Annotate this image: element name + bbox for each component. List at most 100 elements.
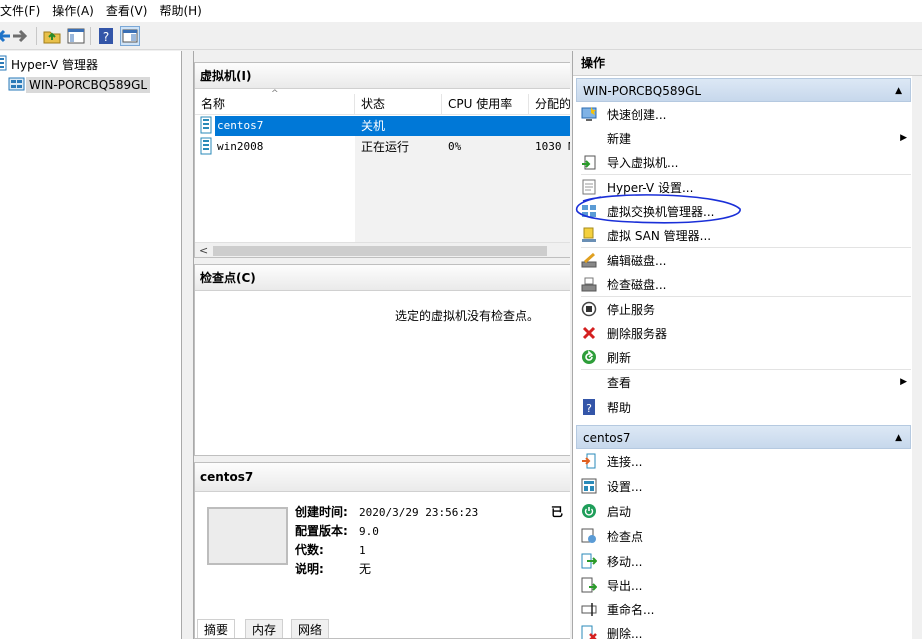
created-label: 创建时间:: [295, 505, 348, 519]
action-delete[interactable]: 删除...: [577, 621, 911, 639]
scroll-left-icon[interactable]: <: [199, 243, 208, 257]
rename-icon: [581, 601, 597, 617]
tree-item-server[interactable]: WIN-PORCBQ589GL: [8, 75, 151, 95]
checkpoint-icon: [581, 528, 597, 544]
vm-memory: [535, 116, 570, 136]
action-refresh[interactable]: 刷新: [577, 345, 911, 369]
action-inspect-disk[interactable]: 检查磁盘...: [577, 272, 911, 296]
import-icon: [581, 154, 597, 170]
vm-row-centos7[interactable]: centos7 关机: [195, 116, 570, 136]
vm-memory: 1030 M: [535, 140, 570, 153]
navigation-tree: Hyper-V 管理器 WIN-PORCBQ589GL: [0, 51, 182, 639]
truncated-label: 已: [551, 505, 564, 519]
action-label: 设置...: [607, 479, 643, 494]
details-panel: centos7 创建时间: 2020/3/29 23:56:23 已 配置版本:…: [194, 462, 570, 639]
tab-memory[interactable]: 内存: [245, 619, 284, 638]
checkpoint-empty-message: 选定的虚拟机没有检查点。: [395, 309, 540, 323]
col-state[interactable]: 状态: [355, 94, 442, 115]
tree-item-hyperv-manager[interactable]: Hyper-V 管理器: [0, 54, 101, 74]
vm-panel-title: 虚拟机(I): [195, 63, 570, 89]
stop-icon: [581, 301, 597, 317]
menu-action[interactable]: 操作(A): [46, 0, 100, 22]
sort-ascending-icon: ^: [271, 89, 279, 99]
show-hide-tree-icon[interactable]: [66, 26, 86, 46]
help-icon[interactable]: ?: [96, 26, 116, 46]
action-export[interactable]: 导出...: [577, 573, 911, 597]
forward-arrow-icon[interactable]: [10, 26, 30, 46]
config-version-value: 9.0: [359, 525, 379, 538]
refresh-icon: [581, 349, 597, 365]
vm-icon: [200, 137, 214, 157]
action-connect[interactable]: 连接...: [577, 449, 911, 473]
action-quick-create[interactable]: 快速创建...: [577, 102, 911, 126]
action-label: 连接...: [607, 454, 643, 469]
actions-title: 操作: [573, 51, 922, 76]
checkpoint-panel-title: 检查点(C): [195, 265, 570, 291]
action-edit-disk[interactable]: 编辑磁盘...: [577, 248, 911, 272]
vm-row-win2008[interactable]: win2008 正在运行 0% 1030 M: [195, 137, 570, 157]
action-checkpoint[interactable]: 检查点: [577, 524, 911, 548]
server-actions-header-label: WIN-PORCBQ589GL: [583, 84, 702, 98]
toolbar: ?: [0, 22, 922, 50]
tab-summary[interactable]: 摘要: [197, 619, 236, 638]
svg-text:?: ?: [103, 30, 109, 44]
menu-file[interactable]: 文件(F): [0, 0, 46, 22]
action-label: 编辑磁盘...: [607, 253, 667, 268]
action-view[interactable]: 查看 ▶: [577, 370, 911, 394]
action-label: 检查点: [607, 529, 644, 544]
server-actions-header[interactable]: WIN-PORCBQ589GL ▲: [576, 78, 911, 102]
inspect-disk-icon: [581, 276, 597, 292]
tree-server-label: WIN-PORCBQ589GL: [26, 77, 151, 93]
actions-vertical-scrollbar[interactable]: [912, 76, 922, 639]
action-remove-server[interactable]: 删除服务器: [577, 321, 911, 345]
notes-value: 无: [359, 562, 372, 576]
details-panel-title: centos7: [195, 463, 570, 492]
tab-network[interactable]: 网络: [291, 619, 330, 638]
menu-view[interactable]: 查看(V): [100, 0, 154, 22]
action-label: 导入虚拟机...: [607, 155, 679, 170]
action-import-vm[interactable]: 导入虚拟机...: [577, 150, 911, 174]
action-label: 虚拟 SAN 管理器...: [607, 228, 712, 243]
menu-help[interactable]: 帮助(H): [153, 0, 207, 22]
submenu-arrow-icon: ▶: [900, 377, 907, 387]
vm-icon: [200, 116, 214, 136]
action-help[interactable]: ? 帮助: [577, 395, 911, 419]
up-folder-icon[interactable]: [42, 26, 62, 46]
submenu-arrow-icon: ▶: [900, 133, 907, 143]
connect-icon: [581, 453, 597, 469]
collapse-icon[interactable]: ▲: [895, 79, 902, 103]
action-label: 重命名...: [607, 602, 655, 617]
generation-label: 代数:: [295, 543, 324, 557]
vm-actions-header[interactable]: centos7 ▲: [576, 425, 911, 449]
vm-panel: 虚拟机(I) 名称 ^ 状态 CPU 使用率 分配的 centos7 关机 wi…: [194, 62, 570, 258]
svg-text:?: ?: [586, 402, 592, 415]
action-settings[interactable]: 设置...: [577, 474, 911, 498]
show-hide-action-pane-icon[interactable]: [120, 26, 140, 46]
action-stop-service[interactable]: 停止服务: [577, 297, 911, 321]
action-move[interactable]: 移动...: [577, 549, 911, 573]
action-label: 移动...: [607, 554, 643, 569]
horizontal-scrollbar[interactable]: <: [195, 242, 570, 257]
quick-create-icon: [581, 106, 597, 122]
pane-splitter[interactable]: [183, 51, 194, 639]
action-label: 停止服务: [607, 302, 656, 317]
created-value: 2020/3/29 23:56:23: [359, 506, 479, 519]
scrollbar-thumb[interactable]: [213, 246, 547, 256]
generation-value: 1: [359, 544, 366, 557]
action-new[interactable]: 新建 ▶: [577, 126, 911, 150]
action-start[interactable]: 启动: [577, 499, 911, 523]
checkpoint-panel: 检查点(C) 选定的虚拟机没有检查点。: [194, 264, 570, 456]
vm-name: win2008: [217, 140, 264, 153]
hand-drawn-annotation-ellipse: [575, 194, 741, 224]
col-cpu[interactable]: CPU 使用率: [442, 94, 529, 115]
delete-x-icon: [581, 325, 597, 341]
action-label: 刷新: [607, 350, 632, 365]
collapse-icon[interactable]: ▲: [895, 426, 902, 450]
vm-state: 关机: [361, 119, 386, 133]
col-memory[interactable]: 分配的: [529, 94, 570, 115]
action-label: 启动: [607, 504, 632, 519]
vm-cpu: [448, 116, 528, 136]
action-rename[interactable]: 重命名...: [577, 597, 911, 621]
menu-bar: 文件(F) 操作(A) 查看(V) 帮助(H): [0, 0, 922, 22]
move-icon: [581, 553, 597, 569]
